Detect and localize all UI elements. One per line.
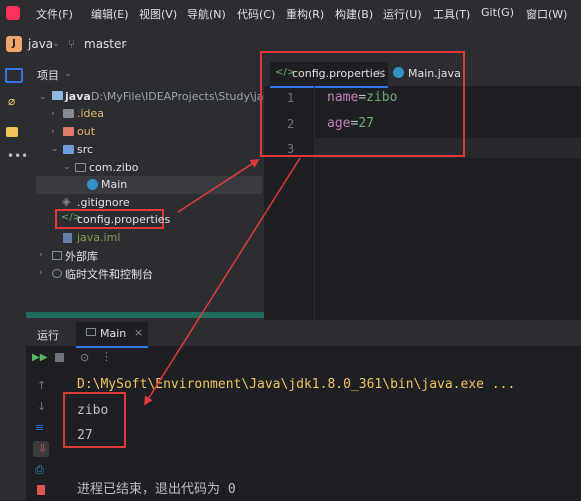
branch-icon: ⑂ xyxy=(68,37,76,51)
structure-icon[interactable] xyxy=(6,127,18,137)
arrow-up-icon[interactable]: ↑ xyxy=(37,379,46,392)
tool-window-stripe: ⌀ ••• xyxy=(0,60,28,500)
chevron-right-icon[interactable]: › xyxy=(39,250,43,260)
menu-build[interactable]: 构建(B) xyxy=(335,6,373,22)
selected-row xyxy=(36,176,262,194)
root-label[interactable]: java xyxy=(65,90,91,103)
menu-view[interactable]: 视图(V) xyxy=(139,6,177,22)
scroll-to-end-glyph: ⇩ xyxy=(38,442,48,455)
camera-icon[interactable]: ⊙ xyxy=(80,351,89,364)
menu-code[interactable]: 代码(C) xyxy=(237,6,275,22)
branch-name[interactable]: master xyxy=(84,37,126,51)
root-path: D:\MyFile\IDEAProjects\Study\java xyxy=(91,90,277,103)
tree-item-iml[interactable]: java.iml xyxy=(77,231,120,244)
package-icon xyxy=(75,163,86,172)
chevron-down-icon[interactable]: ⌄ xyxy=(121,39,129,49)
tree-item-gitignore[interactable]: .gitignore xyxy=(77,196,130,209)
project-name[interactable]: java xyxy=(28,37,53,51)
tree-item-package[interactable]: com.zibo xyxy=(89,161,139,174)
tree-item-external-libs[interactable]: 外部库 xyxy=(65,248,98,264)
print-icon[interactable]: ⎙ xyxy=(35,463,44,477)
rerun-icon[interactable]: ▶▶ xyxy=(32,352,47,363)
run-tab-label[interactable]: Main xyxy=(100,327,126,340)
chevron-right-icon[interactable]: › xyxy=(51,127,55,137)
folder-icon xyxy=(63,109,74,118)
arrow-down-icon[interactable]: ↓ xyxy=(37,400,46,413)
annotation-box-editor xyxy=(260,51,465,157)
class-icon xyxy=(87,179,98,190)
tree-item-src[interactable]: src xyxy=(77,143,93,156)
run-command: D:\MySoft\Environment\Java\jdk1.8.0_361\… xyxy=(77,377,516,392)
tree-item-main[interactable]: Main xyxy=(101,178,127,191)
project-tool-icon[interactable] xyxy=(5,68,23,83)
run-panel-title[interactable]: 运行 xyxy=(37,327,59,343)
tree-item-idea[interactable]: .idea xyxy=(77,107,104,120)
project-badge[interactable]: J xyxy=(6,36,22,52)
ignore-file-icon: ◈ xyxy=(62,195,71,208)
intellij-logo-icon xyxy=(6,6,20,20)
application-icon xyxy=(86,328,96,336)
menu-navigate[interactable]: 导航(N) xyxy=(187,6,226,22)
horizontal-scrollbar[interactable] xyxy=(26,312,264,318)
menu-run[interactable]: 运行(U) xyxy=(383,6,422,22)
trash-icon[interactable] xyxy=(37,485,45,495)
annotation-box-output xyxy=(63,392,126,448)
menu-git[interactable]: Git(G) xyxy=(481,6,514,19)
folder-icon xyxy=(63,145,74,154)
chevron-down-icon[interactable]: ⌄ xyxy=(51,144,59,154)
library-icon xyxy=(52,251,62,260)
menu-file[interactable]: 文件(F) xyxy=(36,6,73,22)
commit-icon[interactable]: ⌀ xyxy=(8,94,15,108)
module-file-icon xyxy=(63,233,72,243)
scratches-icon xyxy=(52,269,62,278)
chevron-right-icon[interactable]: › xyxy=(39,268,43,278)
chevron-down-icon[interactable]: ⌄ xyxy=(64,69,72,79)
tree-item-scratches[interactable]: 临时文件和控制台 xyxy=(65,266,153,282)
tree-item-out[interactable]: out xyxy=(77,125,95,138)
chevron-down-icon[interactable]: ⌄ xyxy=(52,39,60,49)
menu-refactor[interactable]: 重构(R) xyxy=(286,6,324,22)
stop-icon[interactable] xyxy=(55,353,64,362)
chevron-down-icon[interactable]: ⌄ xyxy=(63,162,71,172)
project-panel-title[interactable]: 项目 xyxy=(37,67,59,83)
more-vertical-icon[interactable]: ⋮ xyxy=(101,350,112,363)
chevron-right-icon[interactable]: › xyxy=(51,109,55,119)
folder-icon xyxy=(63,127,74,136)
close-icon[interactable]: × xyxy=(134,326,143,339)
exit-message: 进程已结束，退出代码为 0 xyxy=(77,482,236,497)
menu-edit[interactable]: 编辑(E) xyxy=(91,6,129,22)
menu-tools[interactable]: 工具(T) xyxy=(433,6,470,22)
folder-icon xyxy=(52,91,63,100)
menu-window[interactable]: 窗口(W) xyxy=(526,6,567,22)
soft-wrap-icon[interactable]: ≡ xyxy=(35,421,44,434)
menu-bar: 文件(F) 编辑(E) 视图(V) 导航(N) 代码(C) 重构(R) 构建(B… xyxy=(0,0,581,26)
chevron-down-icon[interactable]: ⌄ xyxy=(39,92,47,102)
tree-item-config[interactable]: config.properties xyxy=(77,213,170,226)
